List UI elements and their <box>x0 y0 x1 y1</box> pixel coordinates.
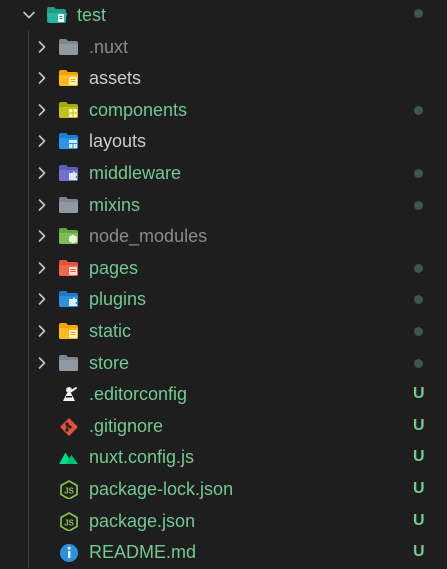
tree-folder-static[interactable]: static <box>0 316 447 348</box>
folder-components-icon <box>58 100 80 120</box>
tree-folder-pages[interactable]: pages <box>0 253 447 285</box>
modified-indicator-dot <box>414 105 423 115</box>
tree-item-label: .editorconfig <box>89 384 188 405</box>
chevron-right-icon[interactable] <box>34 260 50 276</box>
modified-indicator-dot <box>414 263 423 273</box>
git-status-untracked-badge: U <box>413 385 425 403</box>
tree-folder-plugins[interactable]: plugins <box>0 284 447 316</box>
folder-gray-icon <box>58 195 80 215</box>
tree-item-label: components <box>89 99 188 120</box>
svg-text:JS: JS <box>64 518 74 527</box>
tree-file-nuxt-config-js[interactable]: nuxt.config.js U <box>0 442 447 474</box>
chevron-right-icon[interactable] <box>34 197 50 213</box>
tree-item-label: layouts <box>89 131 147 152</box>
chevron-right-icon[interactable] <box>34 355 50 371</box>
tree-folder-middleware[interactable]: middleware <box>0 158 447 190</box>
tree-root-folder-test[interactable]: test <box>0 0 447 32</box>
modified-indicator-dot <box>414 295 423 305</box>
tree-folder-mixins[interactable]: mixins <box>0 190 447 222</box>
tree-item-label: plugins <box>89 289 147 310</box>
tree-folder-components[interactable]: components <box>0 95 447 127</box>
folder-static-icon <box>58 321 80 341</box>
modified-indicator-dot <box>414 200 423 210</box>
tree-item-label: nuxt.config.js <box>89 447 195 468</box>
tree-item-label: static <box>89 321 132 341</box>
folder-gray-icon <box>58 353 80 373</box>
folder-layouts-icon <box>58 131 80 151</box>
tree-folder-layouts[interactable]: layouts <box>0 126 447 158</box>
tree-item-label: package.json <box>89 510 196 531</box>
git-status-untracked-badge: U <box>413 416 425 434</box>
tree-file-editorconfig[interactable]: .editorconfig U <box>0 379 447 411</box>
tree-file-package-lock-json[interactable]: JS package-lock.json U <box>0 474 447 506</box>
tree-item-label: .gitignore <box>89 415 164 436</box>
git-status-untracked-badge: U <box>413 448 425 466</box>
modified-indicator-dot <box>414 9 423 18</box>
modified-indicator-dot <box>414 169 423 178</box>
modified-indicator-dot <box>414 327 423 336</box>
file-explorer-tree: test .nuxt assets components layouts middlew… <box>0 0 447 568</box>
tree-root-label: test <box>77 5 107 25</box>
tree-item-label: node_modules <box>89 226 208 247</box>
nuxt-icon <box>58 447 80 467</box>
git-status-untracked-badge: U <box>413 480 425 497</box>
chevron-right-icon[interactable] <box>34 323 50 339</box>
tree-item-label: assets <box>89 68 142 89</box>
tree-folder-node-modules[interactable]: node_modules <box>0 221 447 253</box>
git-icon <box>58 416 80 436</box>
chevron-right-icon[interactable] <box>34 228 50 244</box>
chevron-down-icon[interactable] <box>21 7 37 23</box>
git-status-untracked-badge: U <box>413 543 425 561</box>
folder-plugins-icon <box>58 289 80 309</box>
folder-assets-icon <box>58 68 80 88</box>
editorconfig-icon <box>58 384 80 404</box>
tree-item-label: README.md <box>89 542 197 563</box>
chevron-right-icon[interactable] <box>34 70 50 86</box>
svg-text:JS: JS <box>64 487 74 496</box>
folder-middleware-icon <box>58 163 80 183</box>
tree-file-gitignore[interactable]: .gitignore U <box>0 411 447 443</box>
git-status-untracked-badge: U <box>413 511 425 529</box>
modified-indicator-dot <box>414 358 423 368</box>
folder-gray-icon <box>58 37 80 57</box>
tree-item-label: package-lock.json <box>89 479 234 499</box>
chevron-right-icon[interactable] <box>34 102 50 118</box>
chevron-right-icon[interactable] <box>34 165 50 181</box>
chevron-right-icon[interactable] <box>34 39 50 55</box>
tree-file-package-json[interactable]: JS package.json U <box>0 506 447 538</box>
tree-item-label: middleware <box>89 163 182 183</box>
tree-file-readme-md[interactable]: README.md U <box>0 537 447 569</box>
chevron-right-icon[interactable] <box>34 291 50 307</box>
tree-folder-nuxt[interactable]: .nuxt <box>0 32 447 64</box>
nodejs-icon: JS <box>58 511 80 531</box>
chevron-right-icon[interactable] <box>34 133 50 149</box>
tree-folder-store[interactable]: store <box>0 348 447 380</box>
tree-item-label: .nuxt <box>89 36 129 57</box>
folder-open-test-icon <box>46 5 68 25</box>
tree-folder-assets[interactable]: assets <box>0 63 447 95</box>
info-icon <box>58 542 80 563</box>
tree-item-label: mixins <box>89 194 141 215</box>
folder-node-icon <box>58 226 80 246</box>
tree-item-label: pages <box>89 257 139 278</box>
folder-pages-icon <box>58 258 80 278</box>
tree-item-label: store <box>89 352 130 373</box>
nodejs-icon: JS <box>58 479 80 499</box>
